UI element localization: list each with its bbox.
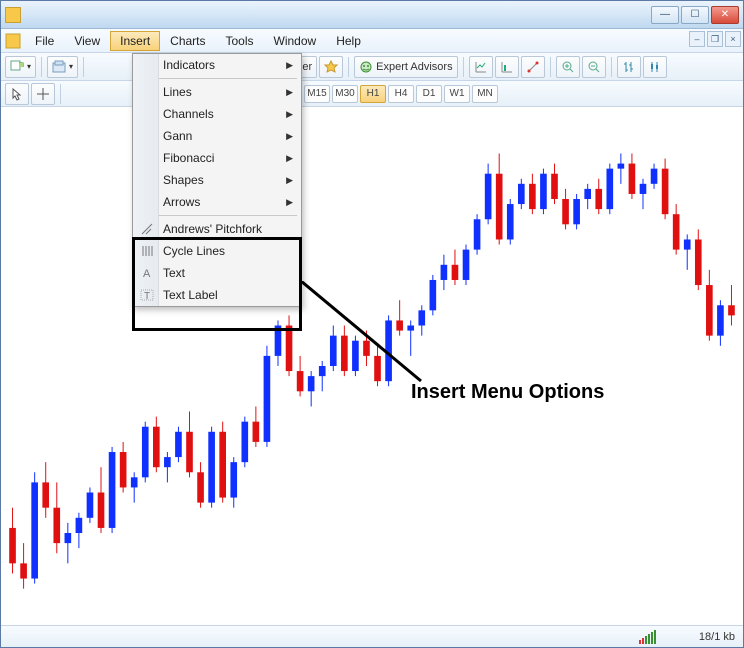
cycle-icon (139, 243, 155, 259)
close-button[interactable]: ✕ (711, 6, 739, 24)
menu-item-label: Fibonacci (163, 151, 214, 165)
candlestick-chart (1, 107, 743, 625)
menu-charts[interactable]: Charts (160, 31, 215, 51)
menu-file[interactable]: File (25, 31, 64, 51)
menu-item-text[interactable]: A Text (133, 262, 301, 284)
timeframe-d1[interactable]: D1 (416, 85, 442, 103)
toolbar-separator (348, 57, 349, 77)
menu-item-andrews-pitchfork[interactable]: Andrews' Pitchfork (133, 218, 301, 240)
annotation-label: Insert Menu Options (411, 381, 604, 404)
menu-item-label: Andrews' Pitchfork (163, 222, 262, 236)
menu-tools[interactable]: Tools (216, 31, 264, 51)
autotrade-button[interactable] (319, 56, 343, 78)
menu-item-indicators[interactable]: Indicators ▶ (133, 54, 301, 76)
chart-area[interactable] (1, 107, 743, 625)
toolbar-separator (463, 57, 464, 77)
toolbar-separator (60, 84, 61, 104)
submenu-arrow-icon: ▶ (286, 60, 293, 71)
menu-item-label: Channels (163, 107, 214, 121)
menu-separator (137, 215, 297, 216)
cursor-button[interactable] (5, 83, 29, 105)
menu-item-text-label[interactable]: T Text Label (133, 284, 301, 306)
mdi-restore-button[interactable]: ❐ (707, 31, 723, 47)
mdi-close-button[interactable]: × (725, 31, 741, 47)
svg-text:A: A (143, 268, 151, 280)
menu-item-lines[interactable]: Lines ▶ (133, 81, 301, 103)
profiles-button[interactable]: ▾ (47, 56, 78, 78)
maximize-button[interactable]: ☐ (681, 6, 709, 24)
mdi-minimize-button[interactable]: – (689, 31, 705, 47)
toolbar-separator (550, 57, 551, 77)
periodicity-button[interactable] (495, 56, 519, 78)
menu-item-gann[interactable]: Gann ▶ (133, 125, 301, 147)
menu-item-fibonacci[interactable]: Fibonacci ▶ (133, 147, 301, 169)
menu-separator (137, 78, 297, 79)
templates-button[interactable] (521, 56, 545, 78)
svg-text:T: T (144, 291, 150, 302)
zoom-out-button[interactable] (582, 56, 606, 78)
submenu-arrow-icon: ▶ (286, 109, 293, 120)
toolbar-objects: M1M5M15M30H1H4D1W1MN (1, 81, 743, 107)
bar-chart-button[interactable] (617, 56, 641, 78)
expert-advisors-label: Expert Advisors (376, 61, 452, 73)
menu-item-cycle-lines[interactable]: Cycle Lines (133, 240, 301, 262)
toolbar-separator (83, 57, 84, 77)
menu-item-arrows[interactable]: Arrows ▶ (133, 191, 301, 213)
minimize-button[interactable]: — (651, 6, 679, 24)
timeframe-m30[interactable]: M30 (332, 85, 358, 103)
indicator-list-button[interactable] (469, 56, 493, 78)
insert-menu-dropdown: Indicators▶Lines▶Channels▶Gann▶Fibonacci… (132, 53, 302, 307)
app-window: — ☐ ✕ FileViewInsertChartsToolsWindowHel… (0, 0, 744, 648)
menu-insert[interactable]: Insert (110, 31, 160, 51)
menu-help[interactable]: Help (326, 31, 371, 51)
submenu-arrow-icon: ▶ (286, 153, 293, 164)
crosshair-button[interactable] (31, 83, 55, 105)
textlabel-icon: T (139, 287, 155, 303)
menu-item-label: Indicators (163, 58, 215, 72)
expert-advisors-button[interactable]: Expert Advisors (354, 56, 457, 78)
menu-item-label: Text (163, 266, 185, 280)
connection-meter-icon (639, 630, 689, 644)
submenu-arrow-icon: ▶ (286, 87, 293, 98)
menu-view[interactable]: View (64, 31, 110, 51)
menu-item-label: Gann (163, 129, 192, 143)
timeframe-h4[interactable]: H4 (388, 85, 414, 103)
menu-window[interactable]: Window (264, 31, 327, 51)
text-icon: A (139, 265, 155, 281)
menu-item-label: Shapes (163, 173, 204, 187)
menu-item-channels[interactable]: Channels ▶ (133, 103, 301, 125)
menu-item-label: Arrows (163, 195, 200, 209)
new-chart-button[interactable]: ▾ (5, 56, 36, 78)
statusbar: 18/1 kb (1, 625, 743, 647)
timeframe-w1[interactable]: W1 (444, 85, 470, 103)
menubar: FileViewInsertChartsToolsWindowHelp – ❐ … (1, 29, 743, 53)
menu-app-icon (5, 33, 21, 49)
toolbar-main: ▾ ▾ w Order Expert Advisors (1, 53, 743, 81)
timeframe-m15[interactable]: M15 (304, 85, 330, 103)
timeframe-h1[interactable]: H1 (360, 85, 386, 103)
zoom-in-button[interactable] (556, 56, 580, 78)
toolbar-separator (41, 57, 42, 77)
pitchfork-icon (139, 221, 155, 237)
submenu-arrow-icon: ▶ (286, 131, 293, 142)
app-icon (5, 7, 21, 23)
timeframe-mn[interactable]: MN (472, 85, 498, 103)
menu-item-label: Lines (163, 85, 192, 99)
menu-item-shapes[interactable]: Shapes ▶ (133, 169, 301, 191)
status-traffic: 18/1 kb (699, 631, 735, 643)
submenu-arrow-icon: ▶ (286, 175, 293, 186)
titlebar: — ☐ ✕ (1, 1, 743, 29)
submenu-arrow-icon: ▶ (286, 197, 293, 208)
menu-item-label: Cycle Lines (163, 244, 225, 258)
menu-item-label: Text Label (163, 288, 218, 302)
toolbar-separator (611, 57, 612, 77)
candlestick-chart-button[interactable] (643, 56, 667, 78)
